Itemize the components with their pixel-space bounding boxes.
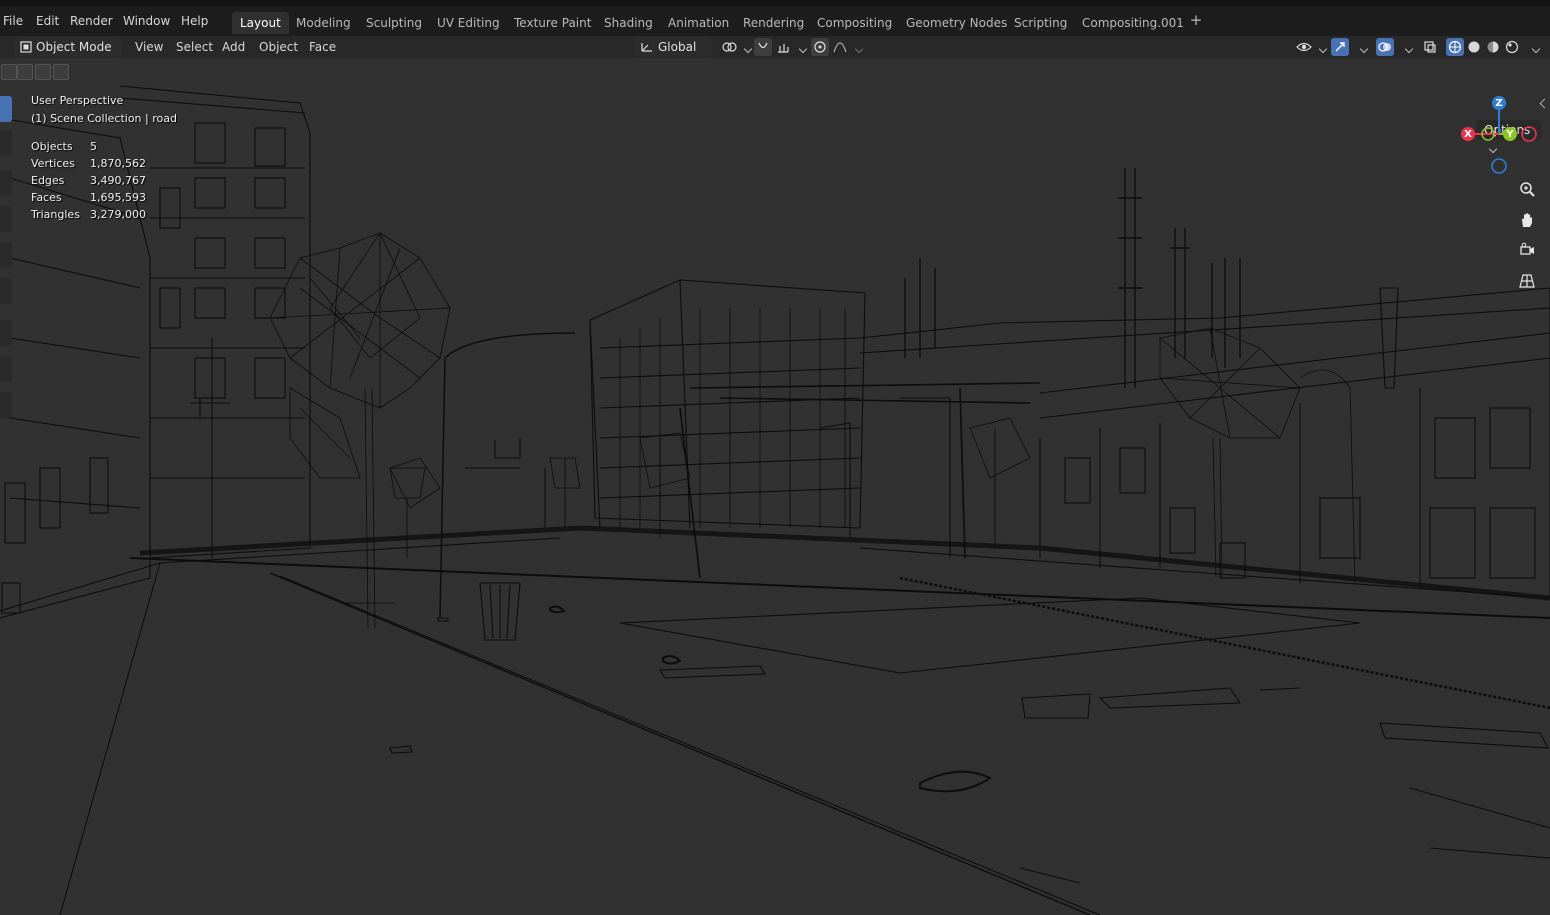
annotate-tool-icon[interactable] [0,320,12,346]
view-name-label: User Perspective [31,94,124,107]
scale-tool-icon[interactable] [0,242,12,268]
tab-scripting[interactable]: Scripting [1006,12,1075,34]
rotate-tool-icon[interactable] [0,206,12,232]
transform-tool-icon[interactable] [0,278,12,304]
edge-select-icon[interactable] [17,64,33,80]
chevron-down-icon[interactable] [1318,44,1328,54]
tab-modeling[interactable]: Modeling [288,12,359,34]
chevron-down-icon[interactable] [798,44,808,54]
chevron-down-icon[interactable] [1359,44,1369,54]
tab-animation[interactable]: Animation [660,12,737,34]
menu-help[interactable]: Help [181,12,208,30]
3d-viewport[interactable]: User Perspective (1) Scene Collection | … [0,58,1550,915]
stat-triangles: Triangles 3,279,000 [31,208,146,221]
mode-label: Object Mode [36,40,112,54]
face-select-icon[interactable] [53,64,69,80]
face-select-icon[interactable] [35,64,51,80]
camera-view-icon[interactable] [1515,238,1539,262]
tab-uv-editing[interactable]: UV Editing [429,12,508,34]
tab-sculpting[interactable]: Sculpting [358,12,430,34]
stat-faces: Faces 1,695,593 [31,191,146,204]
stat-objects: Objects 5 [31,140,97,153]
perspective-grid-icon[interactable] [1515,269,1539,293]
hand-pan-icon[interactable] [1515,208,1539,232]
overlays-toggle-icon[interactable] [1376,38,1394,56]
orientation-label: Global [658,40,697,54]
chevron-down-icon[interactable] [1531,44,1541,54]
title-strip [0,0,1550,6]
top-menu-bar: File Edit Render Window Help Layout Mode… [0,0,1550,36]
pivot-point-icon[interactable] [720,38,738,56]
add-workspace-button[interactable]: + [1188,11,1204,29]
stat-edges: Edges 3,490,767 [31,174,146,187]
snap-target-icon[interactable] [774,38,792,56]
transform-orientation-icon [641,43,652,52]
collection-label: (1) Scene Collection | road [31,112,177,125]
wireframe-scene[interactable] [0,58,1550,915]
menu-object[interactable]: Object [259,38,298,56]
menu-face[interactable]: Face [309,38,336,56]
menu-window[interactable]: Window [123,12,170,30]
rendered-shading-icon[interactable] [1503,38,1521,56]
tab-compositing[interactable]: Compositing [809,12,900,34]
tab-shading[interactable]: Shading [596,12,661,34]
select-box-tool-icon[interactable] [0,96,12,122]
mode-dropdown[interactable]: Object Mode [14,37,122,71]
menu-render[interactable]: Render [70,12,113,30]
move-tool-icon[interactable] [0,170,12,196]
object-mode-icon [20,41,32,53]
gizmo-toggle-icon[interactable] [1331,38,1349,56]
zoom-icon[interactable] [1515,177,1539,201]
xray-toggle-icon[interactable] [1421,38,1439,56]
tab-geometry-nodes[interactable]: Geometry Nodes [898,12,1015,34]
measure-tool-icon[interactable] [0,356,12,382]
orientation-dropdown[interactable]: Global [634,37,712,71]
chevron-down-icon[interactable] [854,44,864,54]
menu-edit[interactable]: Edit [36,12,59,30]
visibility-eye-icon[interactable] [1295,38,1313,56]
tab-layout[interactable]: Layout [232,12,289,34]
proportional-edit-icon[interactable] [811,38,829,56]
stat-vertices: Vertices 1,870,562 [31,157,146,170]
material-shading-icon[interactable] [1484,38,1502,56]
falloff-curve-icon[interactable] [831,38,849,56]
tab-texture-paint[interactable]: Texture Paint [506,12,599,34]
gizmo-z-axis[interactable]: Z [1492,96,1506,110]
wireframe-shading-icon[interactable] [1446,38,1464,56]
add-cube-tool-icon[interactable] [0,392,12,418]
tab-rendering[interactable]: Rendering [735,12,812,34]
gizmo-x-axis[interactable]: X [1461,127,1475,141]
tab-compositing-001[interactable]: Compositing.001 [1074,12,1192,34]
solid-shading-icon[interactable] [1465,38,1483,56]
menu-file[interactable]: File [3,12,23,30]
chevron-down-icon[interactable] [743,44,753,54]
snap-toggle-icon[interactable] [754,38,772,56]
gizmo-y-axis[interactable]: Y [1503,127,1517,141]
cursor-tool-icon[interactable] [0,130,12,156]
vertex-select-icon[interactable] [1,64,17,80]
menu-add[interactable]: Add [222,38,245,56]
menu-select[interactable]: Select [176,38,213,56]
menu-view[interactable]: View [135,38,163,56]
viewport-header: Object Mode View Select Add Object Face … [0,36,1550,71]
chevron-down-icon[interactable] [1404,44,1414,54]
